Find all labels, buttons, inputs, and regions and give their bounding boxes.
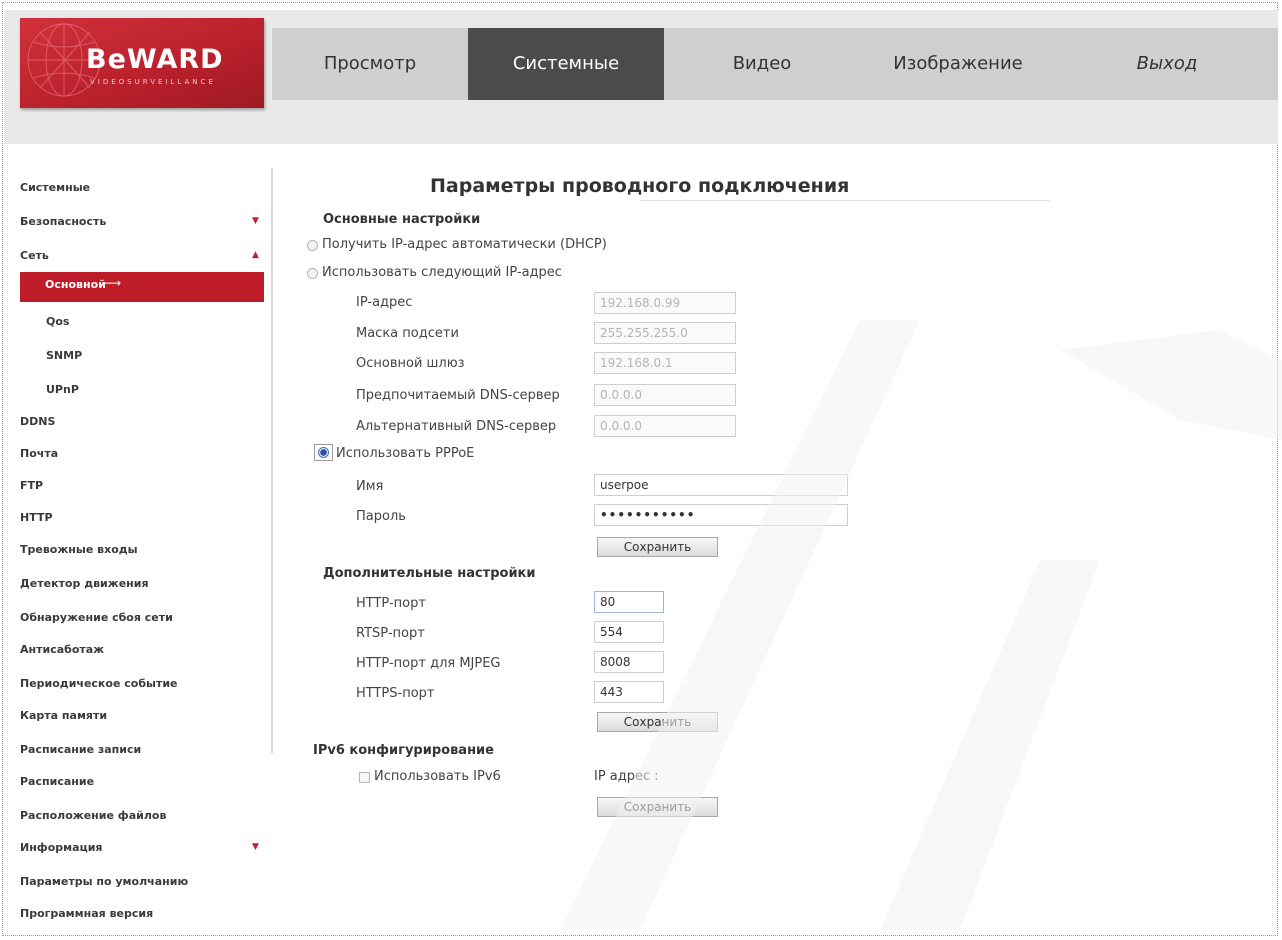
sidebar-item-network[interactable]: Сеть [20,246,49,266]
ipv6-address-label: IP адрес : [594,769,659,784]
gateway-input[interactable] [594,352,736,374]
section-extra-heading: Дополнительные настройки [323,566,536,581]
logo-subtext: VIDEOSURVEILLANCE [90,78,216,86]
use-ipv6-checkbox[interactable] [359,772,370,783]
http-port-input[interactable] [594,591,664,613]
sidebar-item-system[interactable]: Системные [20,178,90,198]
static-ip-radio[interactable] [307,268,318,279]
subnet-mask-label: Маска подсети [356,326,459,341]
title-divider [640,200,1050,201]
tab-video[interactable]: Видео [664,28,860,100]
tab-system[interactable]: Системные [468,28,664,100]
rtsp-port-input[interactable] [594,621,664,643]
save-basic-button[interactable]: Сохранить [597,537,718,557]
ip-address-input[interactable] [594,292,736,314]
alternate-dns-label: Альтернативный DNS-сервер [356,419,557,434]
expand-arrow-icon[interactable]: ▼ [252,216,259,226]
arrow-right-icon: ⟶ [104,276,122,290]
preferred-dns-label: Предпочитаемый DNS-сервер [356,388,560,403]
section-basic-heading: Основные настройки [323,212,481,227]
sidebar-item-schedule[interactable]: Расписание [20,772,94,792]
sidebar-item-upnp[interactable]: UPnP [46,380,79,400]
alternate-dns-input[interactable] [594,415,736,437]
sidebar-item-motion-detector[interactable]: Детектор движения [20,574,149,594]
http-port-label: HTTP-порт [356,596,426,611]
ip-address-label: IP-адрес [356,295,413,310]
sidebar-item-mail[interactable]: Почта [20,444,58,464]
expand-arrow-icon[interactable]: ▼ [252,842,259,852]
sidebar-item-periodic-event[interactable]: Периодическое событие [20,674,178,694]
section-ipv6-heading: IPv6 конфигурирование [313,743,494,758]
static-ip-label: Использовать следующий IP-адрес [322,265,562,280]
pppoe-password-input[interactable] [594,504,848,526]
sidebar-item-defaults[interactable]: Параметры по умолчанию [20,872,188,892]
preferred-dns-input[interactable] [594,384,736,406]
sidebar-item-information[interactable]: Информация [20,838,103,858]
brand-logo[interactable]: BeWARD VIDEOSURVEILLANCE [20,18,264,108]
sidebar-item-qos[interactable]: Qos [46,312,69,332]
pppoe-name-input[interactable] [594,474,848,496]
save-ipv6-button[interactable]: Сохранить [597,797,718,817]
sidebar-item-file-location[interactable]: Расположение файлов [20,806,166,826]
save-extra-button[interactable]: Сохранить [597,712,718,732]
sidebar-item-network-failure[interactable]: Обнаружение сбоя сети [20,608,173,628]
sidebar-item-ddns[interactable]: DDNS [20,412,55,432]
sidebar-item-label: Основной [45,278,106,291]
sidebar-divider [271,168,273,753]
mjpeg-port-label: HTTP-порт для MJPEG [356,656,501,671]
use-ipv6-label: Использовать IPv6 [374,769,501,784]
pppoe-radio[interactable] [318,447,329,458]
dhcp-radio[interactable] [307,240,318,251]
logo-text: BeWARD [86,44,224,75]
collapse-arrow-icon[interactable]: ▲ [252,250,259,260]
sidebar-item-ftp[interactable]: FTP [20,476,43,496]
https-port-input[interactable] [594,681,664,703]
password-label: Пароль [356,509,406,524]
sidebar-item-snmp[interactable]: SNMP [46,346,82,366]
subnet-mask-input[interactable] [594,322,736,344]
sidebar-item-memory-card[interactable]: Карта памяти [20,706,107,726]
rtsp-port-label: RTSP-порт [356,626,425,641]
sidebar-item-basic-active[interactable]: Основной ⟶ [20,272,264,302]
pppoe-label: Использовать PPPoE [336,446,475,461]
dhcp-label: Получить IP-адрес автоматически (DHCP) [322,237,607,252]
sidebar-item-alarm-inputs[interactable]: Тревожные входы [20,540,138,560]
mjpeg-port-input[interactable] [594,651,664,673]
page-title: Параметры проводного подключения [430,175,850,197]
https-port-label: HTTPS-порт [356,686,435,701]
sidebar-item-firmware-version[interactable]: Программная версия [20,904,153,924]
sidebar-item-record-schedule[interactable]: Расписание записи [20,740,141,760]
tab-logout[interactable]: Выход [1056,28,1278,100]
tab-image[interactable]: Изображение [860,28,1056,100]
gateway-label: Основной шлюз [356,356,465,371]
sidebar-item-tamper[interactable]: Антисаботаж [20,640,104,660]
tab-view[interactable]: Просмотр [272,28,468,100]
sidebar-item-security[interactable]: Безопасность [20,212,106,232]
top-navigation: Просмотр Системные Видео Изображение Вых… [272,28,1278,100]
name-label: Имя [356,479,384,494]
sidebar-item-http[interactable]: HTTP [20,508,53,528]
